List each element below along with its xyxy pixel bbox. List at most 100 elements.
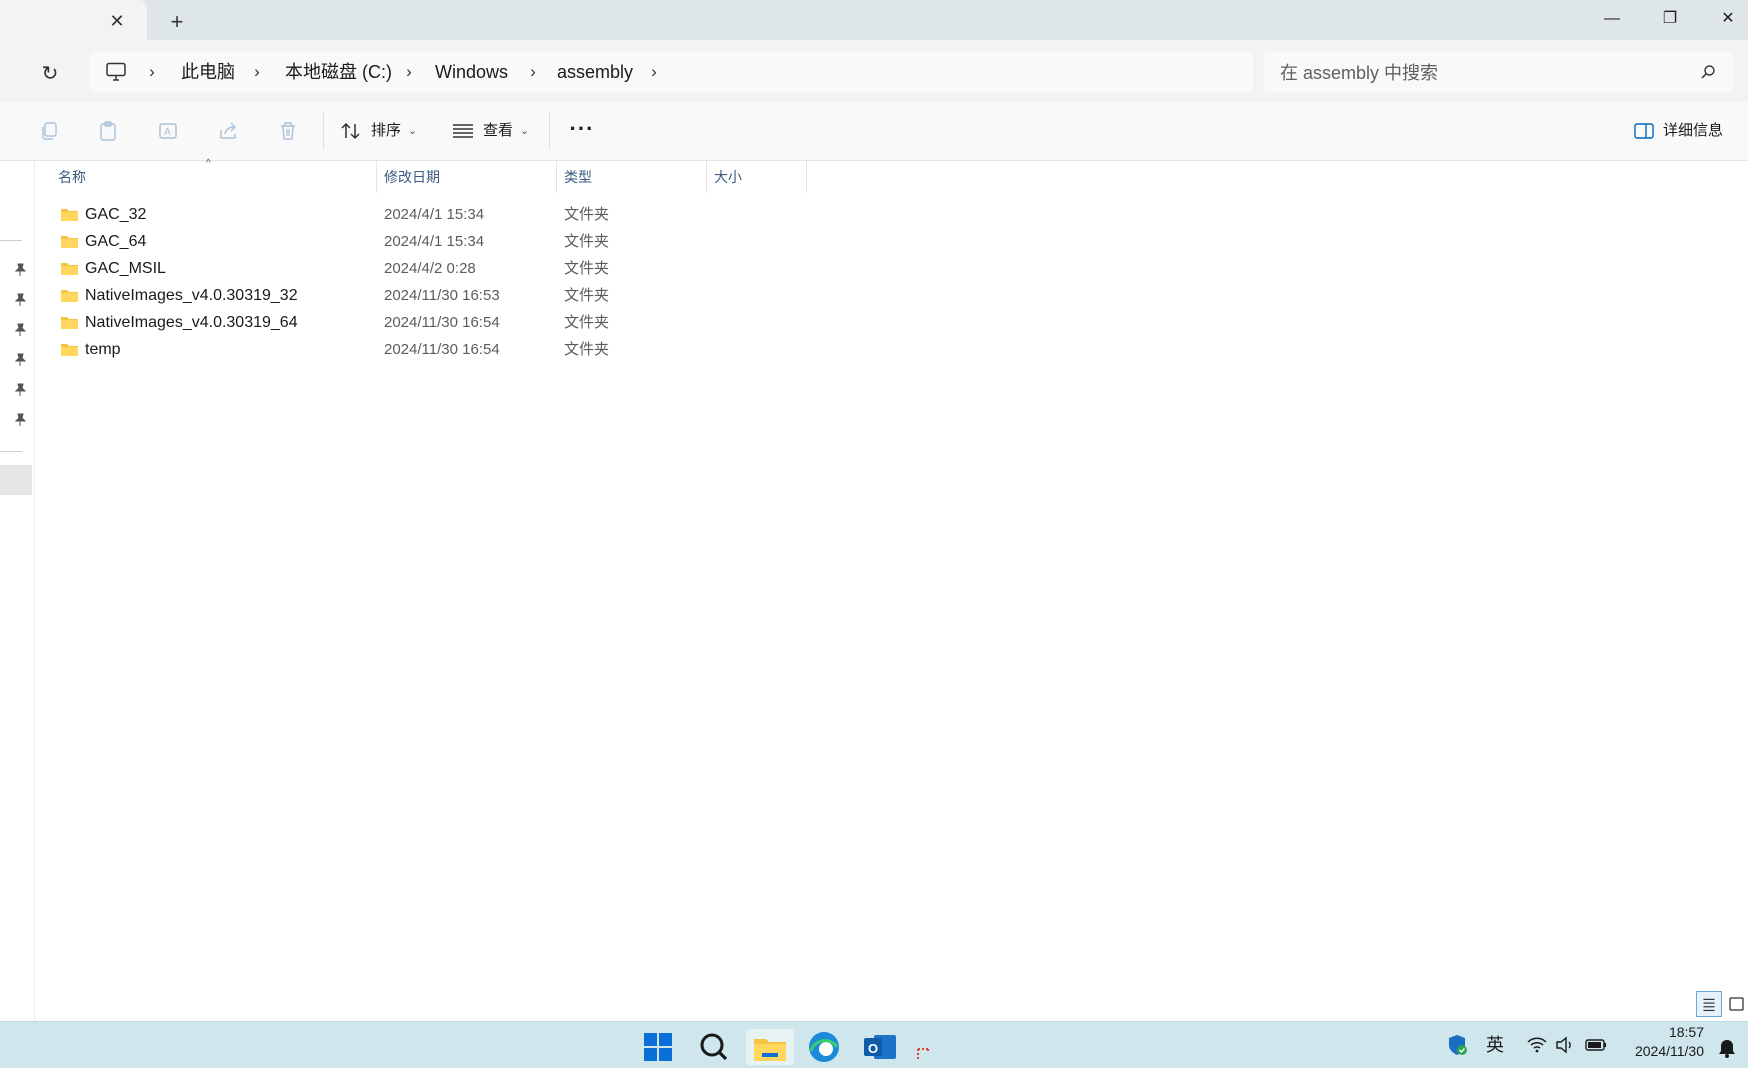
battery-icon[interactable]: [1584, 1032, 1608, 1058]
details-view-toggle-icon[interactable]: [1696, 991, 1722, 1017]
file-name: temp: [85, 341, 121, 358]
column-header-type[interactable]: 类型: [564, 161, 592, 193]
details-pane-button[interactable]: 详细信息: [1634, 114, 1730, 148]
clock-time: 18:57: [1668, 1024, 1704, 1040]
search-icon[interactable]: [1700, 64, 1716, 80]
sort-label: 排序: [371, 122, 402, 139]
table-row[interactable]: NativeImages_v4.0.30319_64 2024/11/30 16:…: [54, 309, 754, 336]
pin-icon[interactable]: [14, 293, 26, 307]
table-row[interactable]: GAC_MSIL 2024/4/2 0:28 文件夹: [54, 255, 754, 282]
file-name: GAC_MSIL: [85, 260, 166, 277]
column-header-name[interactable]: 名称: [58, 161, 86, 193]
security-shield-icon[interactable]: [1446, 1032, 1468, 1058]
sort-ascending-icon: ^: [206, 158, 211, 169]
nav-divider: [0, 451, 22, 452]
nav-divider: [0, 240, 22, 241]
table-row[interactable]: temp 2024/11/30 16:54 文件夹: [54, 336, 754, 363]
snipping-tool-icon[interactable]: [914, 1029, 938, 1065]
breadcrumb-chevron-icon[interactable]: ›: [402, 52, 416, 92]
maximize-button[interactable]: ❐: [1650, 6, 1690, 32]
command-bar: A 排序 ⌄ 查看 ⌄ ··· 详细信息: [0, 102, 1748, 161]
folder-icon: [61, 263, 78, 275]
column-header-date[interactable]: 修改日期: [384, 161, 440, 193]
rename-icon[interactable]: A: [157, 120, 179, 142]
address-row: ↻ › 此电脑 › 本地磁盘 (C:) › Windows › assembly…: [0, 40, 1748, 102]
breadcrumb-windows[interactable]: Windows: [435, 52, 508, 92]
breadcrumb-this-pc[interactable]: 此电脑: [181, 52, 235, 92]
start-windows-icon[interactable]: [638, 1029, 678, 1065]
file-explorer-taskbar-button[interactable]: [746, 1029, 794, 1065]
pin-icon[interactable]: [14, 353, 26, 367]
search-icon[interactable]: [694, 1029, 734, 1065]
taskbar: O 英 18:57 2024/11/30: [0, 1021, 1748, 1068]
search-box[interactable]: [1264, 52, 1734, 94]
copy-icon[interactable]: [38, 120, 60, 142]
chevron-down-icon: ⌄: [408, 125, 418, 137]
column-divider[interactable]: [806, 161, 807, 193]
breadcrumb-assembly[interactable]: assembly: [557, 52, 633, 92]
file-type: 文件夹: [564, 233, 610, 250]
notification-bell-icon[interactable]: [1718, 1038, 1736, 1058]
system-clock[interactable]: 18:57 2024/11/30: [1635, 1023, 1704, 1061]
minimize-button[interactable]: —: [1592, 6, 1632, 32]
folder-icon: [61, 344, 78, 356]
large-icons-view-toggle-icon[interactable]: [1724, 991, 1748, 1017]
wifi-icon[interactable]: [1526, 1032, 1548, 1058]
column-divider[interactable]: [556, 161, 557, 193]
breadcrumb-chevron-icon[interactable]: ›: [526, 52, 540, 92]
details-label: 详细信息: [1663, 122, 1724, 139]
breadcrumb-chevron-icon[interactable]: ›: [647, 52, 661, 92]
sort-icon: [341, 122, 360, 140]
file-name: GAC_64: [85, 233, 147, 250]
file-type: 文件夹: [564, 206, 610, 223]
title-bar: ✕ + — ❐ ✕: [0, 0, 1748, 44]
file-name: NativeImages_v4.0.30319_64: [85, 314, 298, 331]
pin-icon[interactable]: [14, 263, 26, 277]
pin-icon[interactable]: [14, 383, 26, 397]
outlook-icon[interactable]: O: [860, 1029, 900, 1065]
volume-icon[interactable]: [1554, 1032, 1576, 1058]
details-pane-icon: [1634, 123, 1654, 139]
file-date: 2024/11/30 16:54: [384, 314, 500, 331]
folder-icon: [61, 317, 78, 329]
file-date: 2024/11/30 16:54: [384, 341, 500, 358]
edge-browser-icon[interactable]: [804, 1029, 844, 1065]
table-row[interactable]: NativeImages_v4.0.30319_32 2024/11/30 16:…: [54, 282, 754, 309]
file-type: 文件夹: [564, 314, 610, 331]
file-type: 文件夹: [564, 287, 610, 304]
folder-icon: [61, 209, 78, 221]
pin-icon[interactable]: [14, 323, 26, 337]
paste-icon[interactable]: [97, 120, 119, 142]
breadcrumb-local-disk[interactable]: 本地磁盘 (C:): [285, 52, 392, 92]
breadcrumb-chevron-icon[interactable]: ›: [250, 52, 264, 92]
search-input[interactable]: [1278, 52, 1682, 94]
close-window-button[interactable]: ✕: [1708, 6, 1748, 32]
column-header-size[interactable]: 大小: [714, 161, 742, 193]
navigation-pane: [0, 161, 35, 1021]
nav-item-selected[interactable]: [0, 465, 32, 495]
table-row[interactable]: GAC_64 2024/4/1 15:34 文件夹: [54, 228, 754, 255]
file-date: 2024/4/2 0:28: [384, 260, 476, 277]
pin-icon[interactable]: [14, 413, 26, 427]
address-bar[interactable]: › 此电脑 › 本地磁盘 (C:) › Windows › assembly ›: [89, 52, 1253, 92]
file-type: 文件夹: [564, 341, 610, 358]
breadcrumb-chevron-icon[interactable]: ›: [145, 52, 159, 92]
more-options-button[interactable]: ···: [568, 114, 596, 148]
table-row[interactable]: GAC_32 2024/4/1 15:34 文件夹: [54, 201, 754, 228]
file-name: GAC_32: [85, 206, 147, 223]
sort-button[interactable]: 排序 ⌄: [340, 114, 422, 148]
view-button[interactable]: 查看 ⌄: [452, 114, 534, 148]
folder-icon: [61, 290, 78, 302]
column-divider[interactable]: [376, 161, 377, 193]
delete-icon[interactable]: [277, 120, 299, 142]
computer-icon[interactable]: [105, 62, 127, 82]
file-type: 文件夹: [564, 260, 610, 277]
column-divider[interactable]: [706, 161, 707, 193]
refresh-icon[interactable]: ↻: [38, 62, 62, 86]
toolbar-divider: [323, 112, 324, 150]
tab-current[interactable]: ✕: [0, 0, 147, 44]
input-method-indicator[interactable]: 英: [1486, 1032, 1504, 1058]
share-icon[interactable]: [217, 120, 239, 142]
new-tab-button[interactable]: +: [165, 10, 189, 34]
tab-close-icon[interactable]: ✕: [106, 10, 128, 32]
